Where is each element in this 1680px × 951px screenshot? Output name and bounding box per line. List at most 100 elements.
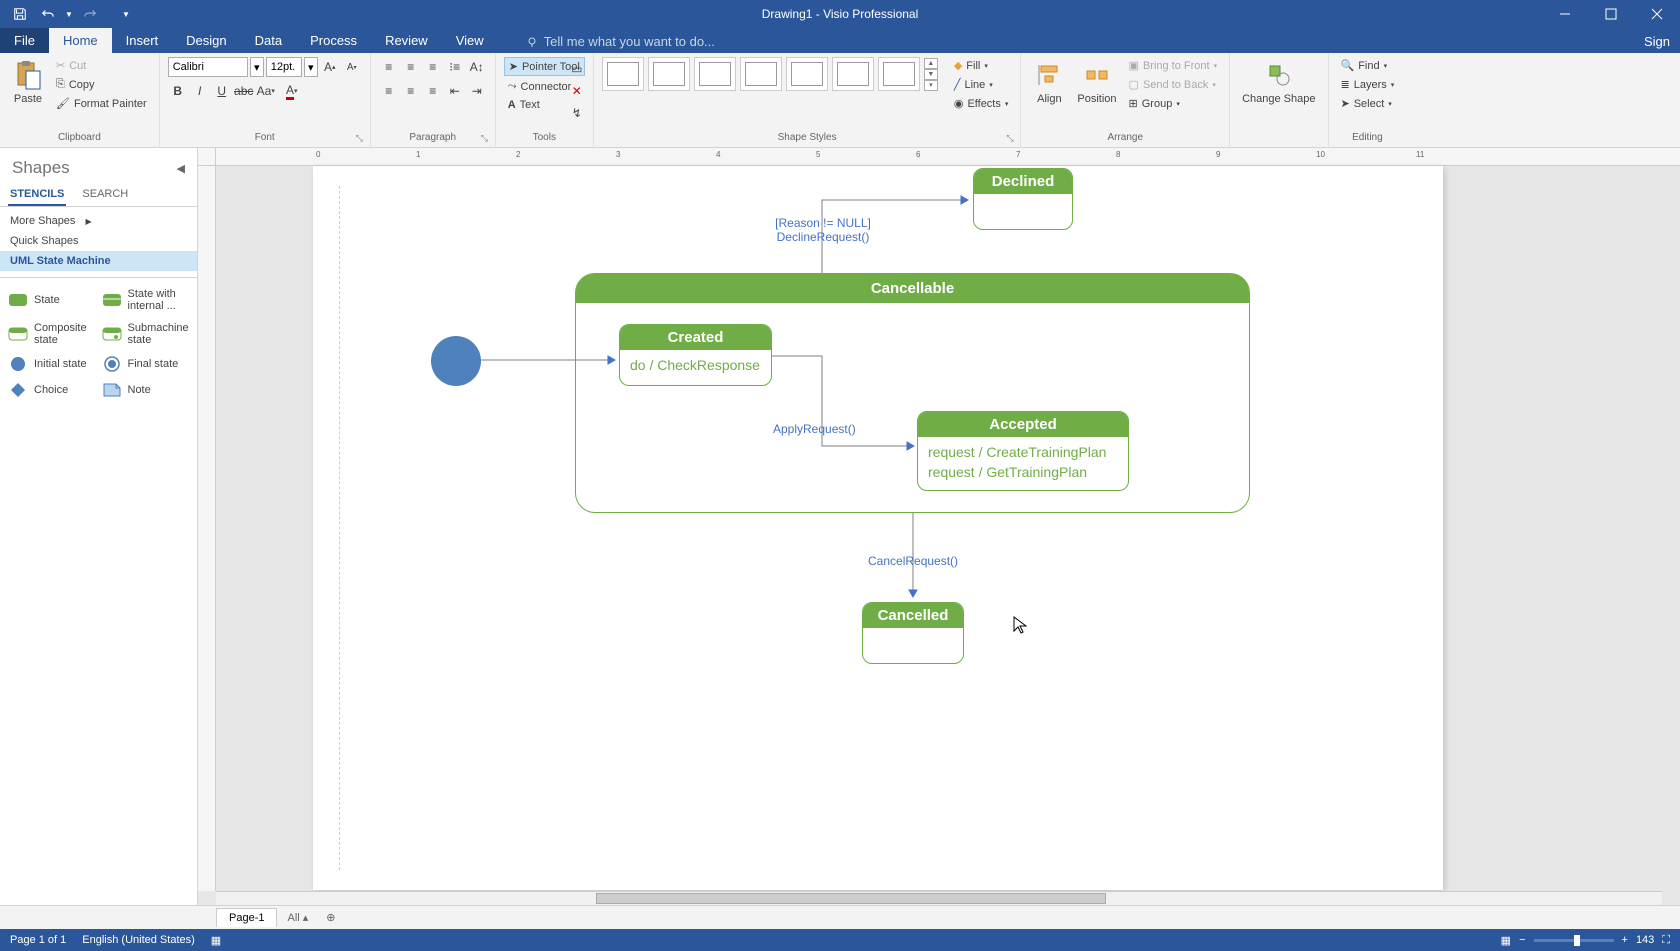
layers-button[interactable]: ≣Layers▾ xyxy=(1337,76,1399,93)
tab-file[interactable]: File xyxy=(0,28,49,53)
initial-state[interactable] xyxy=(431,336,481,386)
align-left-button[interactable]: ≡ xyxy=(379,81,399,101)
shape-state[interactable]: State xyxy=(6,284,98,316)
minimize-button[interactable] xyxy=(1542,0,1588,28)
style-thumb[interactable] xyxy=(648,57,690,91)
drawing-page[interactable]: Declined [Reason != NULL] DeclineRequest… xyxy=(313,166,1443,890)
more-shapes-item[interactable]: More Shapes▶ xyxy=(0,211,197,231)
redo-button[interactable] xyxy=(78,2,102,26)
tab-view[interactable]: View xyxy=(442,28,498,53)
paste-button[interactable]: Paste xyxy=(8,57,48,107)
bold-button[interactable]: B xyxy=(168,81,188,101)
decrease-font-button[interactable]: A▾ xyxy=(342,57,362,77)
maximize-button[interactable] xyxy=(1588,0,1634,28)
position-button[interactable]: Position xyxy=(1073,57,1120,107)
scrollbar-thumb[interactable] xyxy=(596,893,1106,904)
shape-initial-state[interactable]: Initial state xyxy=(6,352,98,376)
all-pages-button[interactable]: All ▴ xyxy=(279,908,316,927)
case-button[interactable]: Aa▾ xyxy=(256,81,276,101)
shape-styles-dialog-launcher[interactable]: ⤡ xyxy=(1006,133,1018,145)
undo-dropdown[interactable]: ▼ xyxy=(64,2,74,26)
font-size-combo[interactable]: 12pt. xyxy=(266,57,302,77)
align-bottom-button[interactable]: ≡ xyxy=(423,57,443,77)
change-shape-button[interactable]: Change Shape xyxy=(1238,57,1319,107)
strikethrough-button[interactable]: abc xyxy=(234,81,254,101)
zoom-slider[interactable] xyxy=(1534,939,1614,942)
zoom-in-button[interactable]: + xyxy=(1622,934,1628,946)
connector-created-accepted[interactable] xyxy=(772,356,920,452)
align-right-button[interactable]: ≡ xyxy=(423,81,443,101)
increase-font-button[interactable]: A▴ xyxy=(320,57,340,77)
style-thumb[interactable] xyxy=(832,57,874,91)
tell-me-search[interactable]: Tell me what you want to do... xyxy=(518,30,723,53)
text-tool-button[interactable]: AText xyxy=(504,97,544,113)
style-thumb[interactable] xyxy=(786,57,828,91)
tab-design[interactable]: Design xyxy=(172,28,240,53)
gallery-more[interactable]: ▾ xyxy=(924,80,938,91)
style-thumb[interactable] xyxy=(602,57,644,91)
copy-button[interactable]: ⎘Copy xyxy=(52,76,151,93)
style-thumb[interactable] xyxy=(740,57,782,91)
font-name-combo[interactable]: Calibri xyxy=(168,57,248,77)
state-created[interactable]: Created do / CheckResponse xyxy=(619,324,772,386)
page-tab-1[interactable]: Page-1 xyxy=(216,908,277,927)
effects-button[interactable]: ◉Effects▾ xyxy=(950,95,1013,112)
undo-button[interactable] xyxy=(36,2,60,26)
sign-in-link[interactable]: Sign xyxy=(1634,30,1680,53)
horizontal-scrollbar[interactable] xyxy=(216,891,1662,905)
fill-button[interactable]: ◆Fill▾ xyxy=(950,57,1013,74)
text-direction-button[interactable]: A↕ xyxy=(467,57,487,77)
shape-submachine[interactable]: Submachine state xyxy=(100,318,192,350)
font-size-dropdown[interactable]: ▾ xyxy=(304,57,318,77)
font-name-dropdown[interactable]: ▾ xyxy=(250,57,264,77)
language-indicator[interactable]: English (United States) xyxy=(82,934,195,946)
state-accepted[interactable]: Accepted request / CreateTrainingPlan re… xyxy=(917,411,1129,491)
underline-button[interactable]: U xyxy=(212,81,232,101)
save-button[interactable] xyxy=(8,2,32,26)
uml-state-machine-stencil[interactable]: UML State Machine xyxy=(0,251,197,271)
search-tab[interactable]: SEARCH xyxy=(80,184,130,206)
select-button[interactable]: ➤Select▾ xyxy=(1337,95,1399,112)
stencils-tab[interactable]: STENCILS xyxy=(8,184,66,206)
paragraph-dialog-launcher[interactable]: ⤡ xyxy=(481,133,493,145)
delete-connector-button[interactable]: ✕ xyxy=(567,81,587,101)
zoom-out-button[interactable]: − xyxy=(1519,934,1525,946)
add-page-button[interactable]: ⊕ xyxy=(318,908,343,927)
freeform-button[interactable]: ↯ xyxy=(567,103,587,123)
rectangle-tool-button[interactable]: ▭ xyxy=(567,59,587,79)
increase-indent-button[interactable]: ⇥ xyxy=(467,81,487,101)
shape-final-state[interactable]: Final state xyxy=(100,352,192,376)
italic-button[interactable]: I xyxy=(190,81,210,101)
align-center-button[interactable]: ≡ xyxy=(401,81,421,101)
decrease-indent-button[interactable]: ⇤ xyxy=(445,81,465,101)
shape-choice[interactable]: Choice xyxy=(6,378,98,402)
tab-data[interactable]: Data xyxy=(241,28,296,53)
connector-tool-button[interactable]: ⤳Connector xyxy=(504,78,576,95)
tab-review[interactable]: Review xyxy=(371,28,442,53)
align-top-button[interactable]: ≡ xyxy=(379,57,399,77)
shape-composite[interactable]: Composite state xyxy=(6,318,98,350)
align-button[interactable]: Align xyxy=(1029,57,1069,107)
gallery-down[interactable]: ▼ xyxy=(924,69,938,80)
canvas[interactable]: 0 1 2 3 4 5 6 7 8 9 10 11 Declined xyxy=(198,148,1680,905)
cut-button[interactable]: ✂Cut xyxy=(52,57,151,74)
state-cancelled[interactable]: Cancelled xyxy=(862,602,964,664)
bring-to-front-button[interactable]: ▣Bring to Front▾ xyxy=(1125,57,1222,74)
style-thumb[interactable] xyxy=(694,57,736,91)
shape-state-internal[interactable]: State with internal ... xyxy=(100,284,192,316)
connector-initial-created[interactable] xyxy=(481,356,621,366)
state-declined[interactable]: Declined xyxy=(973,168,1073,230)
shape-note[interactable]: Note xyxy=(100,378,192,402)
close-button[interactable] xyxy=(1634,0,1680,28)
tab-process[interactable]: Process xyxy=(296,28,371,53)
font-dialog-launcher[interactable]: ⤡ xyxy=(356,133,368,145)
style-gallery[interactable]: ▲ ▼ ▾ xyxy=(602,57,938,91)
find-button[interactable]: 🔍Find▾ xyxy=(1337,57,1399,74)
bullets-button[interactable]: ⁝≡ xyxy=(445,57,465,77)
style-thumb[interactable] xyxy=(878,57,920,91)
gallery-up[interactable]: ▲ xyxy=(924,58,938,69)
send-to-back-button[interactable]: ▢Send to Back▾ xyxy=(1125,76,1222,93)
align-middle-button[interactable]: ≡ xyxy=(401,57,421,77)
qat-customize[interactable]: ▼ xyxy=(114,2,138,26)
zoom-level[interactable]: 143 xyxy=(1636,934,1654,946)
